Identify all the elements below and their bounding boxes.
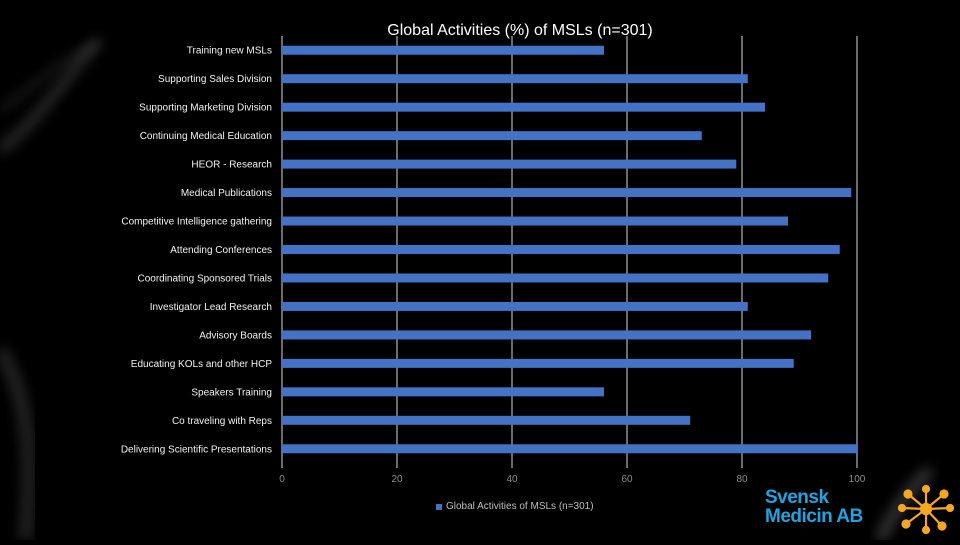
bar-0 xyxy=(282,45,604,55)
slide: 0 20 40 60 80 100 Training new MSLs Supporting … xyxy=(0,0,960,540)
bar-8 xyxy=(282,273,829,283)
x-tick-label: 100 xyxy=(849,474,866,485)
bar-2 xyxy=(282,102,765,112)
bar-chart: 0 20 40 60 80 100 Training new MSLs Supporting … xyxy=(0,0,960,540)
category-label: Coordinating Sponsored Trials xyxy=(137,273,272,284)
category-label: Co traveling with Reps xyxy=(172,416,272,427)
x-tick-label: 40 xyxy=(506,474,518,485)
category-label: Training new MSLs xyxy=(187,46,272,57)
bar-4 xyxy=(282,159,737,169)
bar-14 xyxy=(282,444,857,454)
category-label: Medical Publications xyxy=(181,188,272,199)
bar-11 xyxy=(282,358,794,368)
bar-13 xyxy=(282,415,691,425)
bar-5 xyxy=(282,188,852,198)
category-label: Supporting Marketing Division xyxy=(139,103,272,114)
category-label: Supporting Sales Division xyxy=(158,74,272,85)
molecule-star-icon xyxy=(898,484,954,534)
category-label: Investigator Lead Research xyxy=(150,302,272,313)
chart-plot-area: 0 20 40 60 80 100 Training new MSLs Supporting … xyxy=(121,36,866,485)
category-label: Delivering Scientific Presentations xyxy=(121,444,272,455)
chart-legend: Global Activities of MSLs (n=301) xyxy=(436,501,594,512)
x-tick-label: 80 xyxy=(736,474,748,485)
bar-1 xyxy=(282,74,748,84)
bar-9 xyxy=(282,301,748,311)
x-tick-label: 20 xyxy=(391,474,403,485)
logo-text: Svensk Medicin AB xyxy=(765,488,863,526)
bar-10 xyxy=(282,330,811,340)
legend-label: Global Activities of MSLs (n=301) xyxy=(446,501,594,512)
logo-line2: Medicin AB xyxy=(765,506,863,527)
chart-title: Global Activities (%) of MSLs (n=301) xyxy=(387,22,653,39)
x-tick-label: 60 xyxy=(621,474,633,485)
bar-7 xyxy=(282,245,840,254)
bar-6 xyxy=(282,216,788,226)
category-label: Continuing Medical Education xyxy=(140,131,272,142)
x-tick-label: 0 xyxy=(279,474,285,485)
category-label: Attending Conferences xyxy=(170,245,272,256)
category-label: Speakers Training xyxy=(191,387,272,398)
category-label: HEOR - Research xyxy=(191,160,272,171)
legend-swatch xyxy=(436,503,442,510)
company-logo: Svensk Medicin AB xyxy=(765,484,955,534)
logo-line1: Svensk xyxy=(765,487,829,508)
category-label: Educating KOLs and other HCP xyxy=(131,359,273,370)
category-label: Competitive Intelligence gathering xyxy=(121,217,272,228)
bar-12 xyxy=(282,387,604,397)
category-label: Advisory Boards xyxy=(199,330,272,341)
bar-3 xyxy=(282,131,702,141)
